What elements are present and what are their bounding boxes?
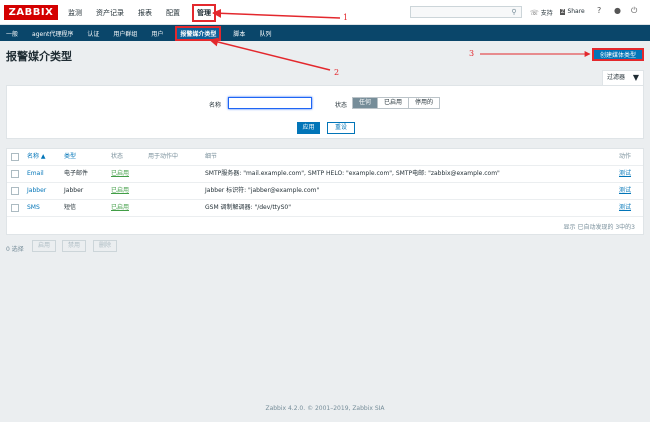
table-count: 显示 已自动发现的 3中的3: [563, 224, 635, 231]
submenu-authentication[interactable]: 认证: [85, 28, 101, 39]
column-status: 状态: [111, 153, 124, 160]
share-link[interactable]: Z Share: [560, 8, 585, 15]
column-action: 动作: [619, 153, 632, 160]
status-toggle[interactable]: 已启用: [111, 183, 129, 199]
power-icon[interactable]: ⏻: [631, 6, 637, 16]
status-option-enabled[interactable]: 已启用: [378, 98, 410, 108]
search-icon[interactable]: ⚲: [508, 7, 520, 17]
main-menu: 监测 资产记录 报表 配置 管理: [66, 0, 226, 25]
selected-count: 0 选择: [6, 246, 24, 253]
help-icon[interactable]: ?: [597, 6, 601, 15]
submenu-user-groups[interactable]: 用户群组: [111, 28, 139, 39]
table-row: Jabber Jabber 已启用 Jabber 标识符: "jabber@ex…: [7, 183, 643, 200]
column-type[interactable]: 类型: [64, 149, 76, 165]
menu-monitoring[interactable]: 监测: [66, 6, 84, 20]
filter-panel: 名称 状态 任何 已启用 停用的 应用 重设: [6, 85, 644, 139]
media-details: Jabber 标识符: "jabber@example.com": [205, 187, 320, 194]
menu-administration[interactable]: 管理: [192, 3, 216, 22]
submenu-scripts[interactable]: 脚本: [231, 28, 247, 39]
row-checkbox[interactable]: [11, 170, 19, 178]
menu-reports[interactable]: 报表: [136, 6, 154, 20]
submenu-proxies[interactable]: agent代理程序: [30, 28, 75, 39]
table-row: SMS 短信 已启用 GSM 调制解调器: "/dev/ttyS0" 测试: [7, 200, 643, 217]
arrow-2: [209, 37, 331, 71]
name-label: 名称: [209, 102, 222, 109]
row-checkbox[interactable]: [11, 204, 19, 212]
create-media-type-button[interactable]: 创建媒体类型: [592, 48, 644, 61]
submenu-users[interactable]: 用户: [149, 28, 165, 39]
media-name-link[interactable]: Email: [27, 166, 44, 182]
annotation-2: 2: [334, 68, 340, 77]
reset-button[interactable]: 重设: [327, 122, 355, 134]
table-row: Email 电子邮件 已启用 SMTP服务器: "mail.example.co…: [7, 166, 643, 183]
page-title: 报警媒介类型: [6, 50, 72, 63]
test-link[interactable]: 测试: [619, 183, 631, 199]
status-toggle[interactable]: 已启用: [111, 200, 129, 216]
filter-tab[interactable]: 过滤器 ▼: [602, 70, 644, 85]
disable-button[interactable]: 禁用: [62, 240, 86, 252]
user-icon[interactable]: ●: [614, 6, 621, 15]
test-link[interactable]: 测试: [619, 166, 631, 182]
column-name[interactable]: 名称 ▲: [27, 149, 46, 165]
zabbix-logo[interactable]: ZABBIX: [4, 5, 58, 20]
share-logo-icon: Z: [560, 8, 566, 15]
media-type: 电子邮件: [64, 170, 89, 177]
column-used-in-actions: 用于动作中: [148, 153, 179, 160]
annotation-1: 1: [343, 13, 349, 22]
copyright: Zabbix 4.2.0. © 2001–2019, Zabbix SIA: [265, 405, 385, 412]
headset-icon: ☏: [530, 8, 539, 17]
top-header: ZABBIX 监测 资产记录 报表 配置 管理 ⚲ ☏ 支持 Z Share ?…: [0, 0, 650, 25]
menu-configuration[interactable]: 配置: [164, 6, 182, 20]
status-option-any[interactable]: 任何: [353, 98, 379, 108]
status-label: 状态: [335, 102, 348, 109]
apply-button[interactable]: 应用: [297, 122, 320, 134]
enable-button[interactable]: 启用: [32, 240, 56, 252]
search-input[interactable]: [410, 6, 522, 18]
column-details: 细节: [205, 153, 218, 160]
annotation-3: 3: [469, 49, 475, 58]
select-all-checkbox[interactable]: [11, 153, 19, 161]
delete-button[interactable]: 删除: [93, 240, 117, 252]
media-type: 短信: [64, 204, 77, 211]
media-details: SMTP服务器: "mail.example.com", SMTP HELO: …: [205, 170, 500, 177]
filter-icon: ▼: [632, 73, 639, 82]
media-details: GSM 调制解调器: "/dev/ttyS0": [205, 204, 291, 211]
media-name-link[interactable]: Jabber: [27, 183, 46, 199]
status-option-disabled[interactable]: 停用的: [409, 98, 440, 108]
media-type: Jabber: [64, 187, 84, 194]
media-types-table: 名称 ▲ 类型 状态 用于动作中 细节 动作 Email 电子邮件 已启用 SM…: [6, 148, 644, 235]
media-name-link[interactable]: SMS: [27, 200, 40, 216]
support-link[interactable]: ☏ 支持: [530, 8, 553, 18]
sub-menu: 一般 agent代理程序 认证 用户群组 用户 报警媒介类型 脚本 队列: [0, 25, 650, 41]
row-checkbox[interactable]: [11, 187, 19, 195]
test-link[interactable]: 测试: [619, 200, 631, 216]
submenu-general[interactable]: 一般: [4, 28, 20, 39]
status-segmented-control: 任何 已启用 停用的: [352, 97, 441, 109]
menu-inventory[interactable]: 资产记录: [94, 6, 126, 20]
status-toggle[interactable]: 已启用: [111, 166, 129, 182]
table-header-row: 名称 ▲ 类型 状态 用于动作中 细节 动作: [7, 149, 643, 166]
name-filter-input[interactable]: [228, 97, 312, 109]
submenu-media-types[interactable]: 报警媒介类型: [175, 25, 222, 41]
submenu-queue[interactable]: 队列: [257, 28, 273, 39]
